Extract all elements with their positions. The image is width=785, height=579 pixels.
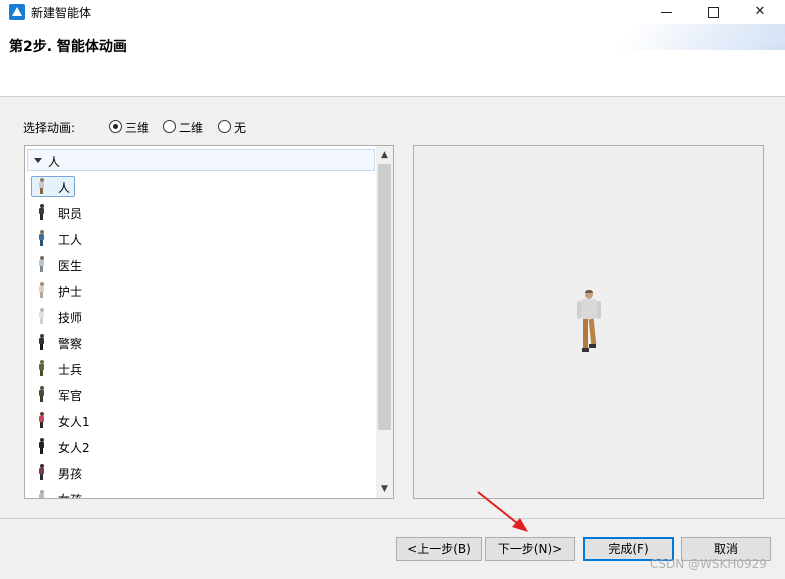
minimize-icon <box>661 12 672 13</box>
list-item-label: 技师 <box>58 311 83 325</box>
list-item[interactable]: 女孩 <box>31 488 361 498</box>
vertical-scrollbar[interactable]: ▲ ▼ <box>376 146 393 498</box>
person-icon <box>38 412 45 428</box>
list-item[interactable]: 士兵 <box>31 358 361 378</box>
list-item[interactable]: 军官 <box>31 384 361 404</box>
radio-indicator <box>163 120 176 133</box>
list-item[interactable]: 职员 <box>31 202 361 222</box>
list-item-label: 工人 <box>58 233 83 247</box>
list-item[interactable]: 护士 <box>31 280 361 300</box>
person-icon <box>38 178 45 194</box>
scroll-up-icon[interactable]: ▲ <box>376 148 393 162</box>
list-item-label: 警察 <box>58 337 83 351</box>
person-icon <box>38 230 45 246</box>
maximize-icon <box>708 7 719 18</box>
radio-label: 三维 <box>125 121 150 135</box>
scroll-down-icon[interactable]: ▼ <box>376 482 393 496</box>
person-icon <box>38 386 45 402</box>
close-icon: ✕ <box>754 4 766 19</box>
list-item-label: 女孩 <box>58 491 82 498</box>
person-icon <box>38 438 45 454</box>
list-item[interactable]: 技师 <box>31 306 361 326</box>
watermark: CSDN @WSKH0929 <box>650 557 767 571</box>
radio-label: 无 <box>234 121 247 135</box>
animation-preview <box>413 145 764 499</box>
footer-divider <box>0 518 785 519</box>
list-item[interactable]: 警察 <box>31 332 361 352</box>
step-title: 第2步. 智能体动画 <box>9 39 127 55</box>
list-item[interactable]: 人 <box>31 176 361 197</box>
person-icon <box>38 334 45 350</box>
app-logo-icon <box>9 4 25 20</box>
back-button[interactable]: <上一步(B) <box>396 537 482 561</box>
list-item-label: 女人1 <box>58 415 90 429</box>
list-item-label: 职员 <box>58 207 83 221</box>
person-icon <box>38 256 45 272</box>
wizard-header: 第2步. 智能体动画 <box>0 24 785 97</box>
list-item-label: 士兵 <box>58 363 83 377</box>
radio-indicator <box>109 120 122 133</box>
radio-label: 二维 <box>179 121 204 135</box>
list-item-label: 护士 <box>58 285 83 299</box>
scroll-thumb[interactable] <box>378 164 391 430</box>
animation-list-panel: 人 人职员工人医生护士技师警察士兵军官女人1 女人2 男孩女孩 ▲ ▼ <box>24 145 394 499</box>
group-header-people[interactable]: 人 <box>27 149 375 171</box>
list-item-label: 女人2 <box>58 441 90 455</box>
person-icon <box>38 464 45 480</box>
list-item-label: 人 <box>58 181 71 195</box>
list-item-label: 军官 <box>58 389 83 403</box>
list-item[interactable]: 医生 <box>31 254 361 274</box>
list-item[interactable]: 女人1 <box>31 410 361 430</box>
maximize-button[interactable] <box>690 0 736 24</box>
list-item[interactable]: 女人2 <box>31 436 361 456</box>
window-title: 新建智能体 <box>31 6 92 20</box>
person-icon <box>38 282 45 298</box>
radio-indicator <box>218 120 231 133</box>
person-icon <box>38 204 45 220</box>
minimize-button[interactable] <box>644 0 690 24</box>
person-3d-preview <box>577 290 601 356</box>
header-decoration-accent <box>630 34 785 44</box>
person-icon <box>38 308 45 324</box>
title-bar: 新建智能体 ✕ <box>0 0 785 24</box>
person-icon <box>38 360 45 376</box>
list-item-label: 医生 <box>58 259 83 273</box>
list-item-label: 男孩 <box>58 467 83 481</box>
animation-label: 选择动画: <box>23 121 76 135</box>
list-item[interactable]: 男孩 <box>31 462 361 482</box>
next-button[interactable]: 下一步(N)> <box>485 537 575 561</box>
group-label: 人 <box>48 155 61 169</box>
person-icon <box>38 490 45 498</box>
close-button[interactable]: ✕ <box>737 0 783 24</box>
list-item[interactable]: 工人 <box>31 228 361 248</box>
caret-down-icon <box>34 158 42 163</box>
